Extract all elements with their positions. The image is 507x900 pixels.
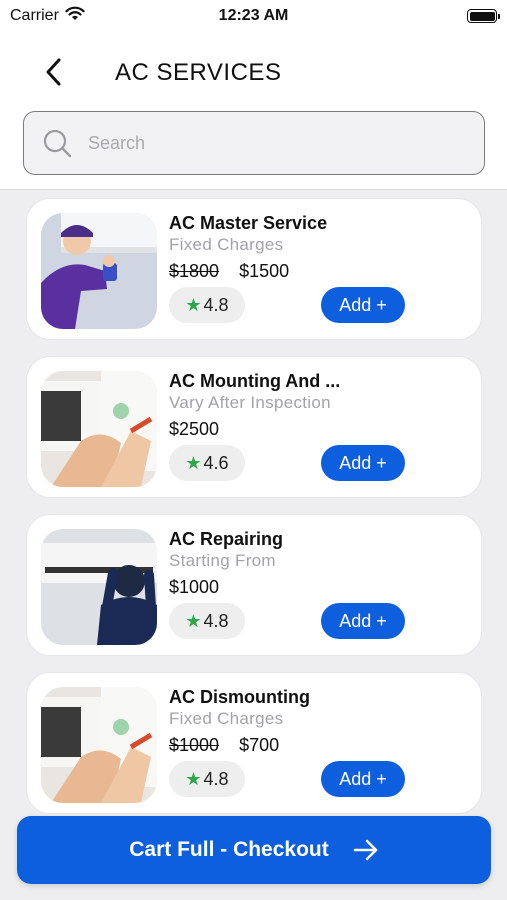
price: $1500 xyxy=(239,261,290,281)
status-left: Carrier xyxy=(10,6,85,26)
rating-value: 4.6 xyxy=(203,452,229,473)
search-icon xyxy=(43,129,72,158)
arrow-right-icon xyxy=(353,839,378,861)
service-card-ac-dismounting[interactable]: AC Dismounting Fixed Charges $1000 $700 … xyxy=(26,672,482,814)
price: $1000 xyxy=(169,577,220,597)
service-image xyxy=(41,213,157,329)
price-row: $1000 xyxy=(169,577,219,598)
service-image xyxy=(41,371,157,487)
rating-badge: ★ 4.8 xyxy=(169,761,245,797)
price-row: $1000 $700 xyxy=(169,735,279,756)
carrier-label: Carrier xyxy=(10,7,59,24)
service-list: AC Master Service Fixed Charges $1800 $1… xyxy=(0,189,507,900)
price: $2500 xyxy=(169,419,220,439)
service-subtitle: Vary After Inspection xyxy=(169,393,331,412)
back-button[interactable] xyxy=(36,54,72,90)
service-subtitle: Fixed Charges xyxy=(169,235,284,254)
add-button[interactable]: Add + xyxy=(321,603,405,639)
service-subtitle: Starting From xyxy=(169,551,276,570)
rating-value: 4.8 xyxy=(203,610,229,631)
search-input[interactable] xyxy=(88,132,448,154)
add-button[interactable]: Add + xyxy=(321,287,405,323)
rating-badge: ★ 4.6 xyxy=(169,445,245,481)
rating-badge: ★ 4.8 xyxy=(169,287,245,323)
old-price: $1800 xyxy=(169,261,220,281)
checkout-label: Cart Full - Checkout xyxy=(129,838,329,861)
add-button[interactable]: Add + xyxy=(321,761,405,797)
rating-value: 4.8 xyxy=(203,768,229,789)
old-price: $1000 xyxy=(169,735,220,755)
search-bar[interactable] xyxy=(23,111,485,175)
service-image xyxy=(41,687,157,803)
star-icon: ★ xyxy=(185,610,202,631)
service-card-ac-master-service[interactable]: AC Master Service Fixed Charges $1800 $1… xyxy=(26,198,482,340)
checkout-button[interactable]: Cart Full - Checkout xyxy=(17,816,491,884)
add-button[interactable]: Add + xyxy=(321,445,405,481)
rating-value: 4.8 xyxy=(203,294,229,315)
header: AC SERVICES xyxy=(0,42,507,102)
star-icon: ★ xyxy=(185,294,202,315)
service-title: AC Mounting And ... xyxy=(169,371,341,391)
page-title: AC SERVICES xyxy=(115,59,282,86)
price: $700 xyxy=(239,735,280,755)
star-icon: ★ xyxy=(185,768,202,789)
service-title: AC Dismounting xyxy=(169,687,310,707)
price-row: $1800 $1500 xyxy=(169,261,289,282)
status-bar: Carrier 12:23 AM xyxy=(0,0,507,32)
star-icon: ★ xyxy=(185,452,202,473)
chevron-left-icon xyxy=(46,58,61,86)
service-title: AC Repairing xyxy=(169,529,284,549)
price-row: $2500 xyxy=(169,419,219,440)
service-image xyxy=(41,529,157,645)
service-card-ac-repairing[interactable]: AC Repairing Starting From $1000 ★ 4.8 A… xyxy=(26,514,482,656)
rating-badge: ★ 4.8 xyxy=(169,603,245,639)
service-title: AC Master Service xyxy=(169,213,328,233)
service-subtitle: Fixed Charges xyxy=(169,709,284,728)
wifi-icon xyxy=(65,6,85,26)
battery-icon xyxy=(467,9,500,23)
service-card-ac-mounting[interactable]: AC Mounting And ... Vary After Inspectio… xyxy=(26,356,482,498)
